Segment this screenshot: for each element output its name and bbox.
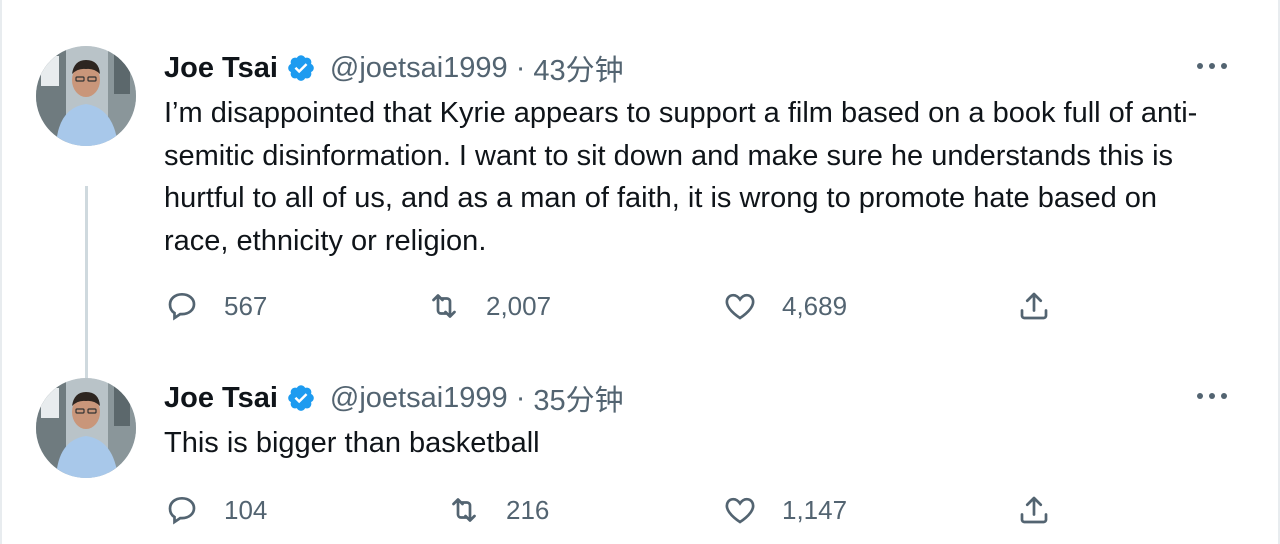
like-button[interactable]: 4,689 <box>722 286 847 326</box>
like-count: 1,147 <box>782 494 848 525</box>
tweet-actions: 567 2,007 4,689 <box>164 286 1064 326</box>
like-button[interactable]: 1,147 <box>722 490 847 530</box>
reply-button[interactable]: 567 <box>164 286 267 326</box>
avatar[interactable] <box>36 46 136 146</box>
retweet-button[interactable]: 216 <box>446 490 549 530</box>
retweet-icon <box>452 498 476 522</box>
retweet-count: 216 <box>506 494 550 525</box>
retweet-count: 2,007 <box>486 290 552 321</box>
like-icon <box>725 293 755 320</box>
tweet-header: Joe Tsai @joetsai1999 · 43分钟 <box>164 48 624 88</box>
retweet-button[interactable]: 2,007 <box>426 286 551 326</box>
tweet-text: I’m disappointed that Kyrie appears to s… <box>164 97 1198 257</box>
tweet-thread: Joe Tsai @joetsai1999 · 43分钟 I’m disappo… <box>0 0 1280 544</box>
timestamp[interactable]: 43分钟 <box>533 47 623 89</box>
share-icon <box>1020 496 1048 524</box>
share-button[interactable] <box>1016 286 1052 326</box>
separator: · <box>515 381 526 414</box>
verified-icon <box>288 55 314 81</box>
more-icon[interactable] <box>1194 54 1230 78</box>
author-name[interactable]: Joe Tsai <box>164 52 278 85</box>
reply-button[interactable]: 104 <box>164 490 267 530</box>
share-icon <box>1020 292 1048 320</box>
author-handle[interactable]: @joetsai1999 <box>330 52 508 85</box>
tweet-text: This is bigger than basketball <box>164 427 540 459</box>
tweet-header: Joe Tsai @joetsai1999 · 35分钟 <box>164 378 624 418</box>
avatar[interactable] <box>36 378 136 478</box>
author-handle[interactable]: @joetsai1999 <box>330 382 508 415</box>
reply-icon <box>168 496 196 525</box>
more-icon[interactable] <box>1194 384 1230 408</box>
verified-icon <box>288 385 314 411</box>
timestamp[interactable]: 35分钟 <box>533 377 623 419</box>
like-count: 4,689 <box>782 290 848 321</box>
share-button[interactable] <box>1016 490 1052 530</box>
like-icon <box>725 497 755 524</box>
reply-count: 567 <box>224 290 268 321</box>
reply-icon <box>168 292 196 321</box>
tweet-actions: 104 216 1,147 <box>164 490 1064 530</box>
author-name[interactable]: Joe Tsai <box>164 382 278 415</box>
retweet-icon <box>432 294 456 318</box>
thread-line <box>85 186 88 404</box>
separator: · <box>515 51 526 84</box>
reply-count: 104 <box>224 494 268 525</box>
